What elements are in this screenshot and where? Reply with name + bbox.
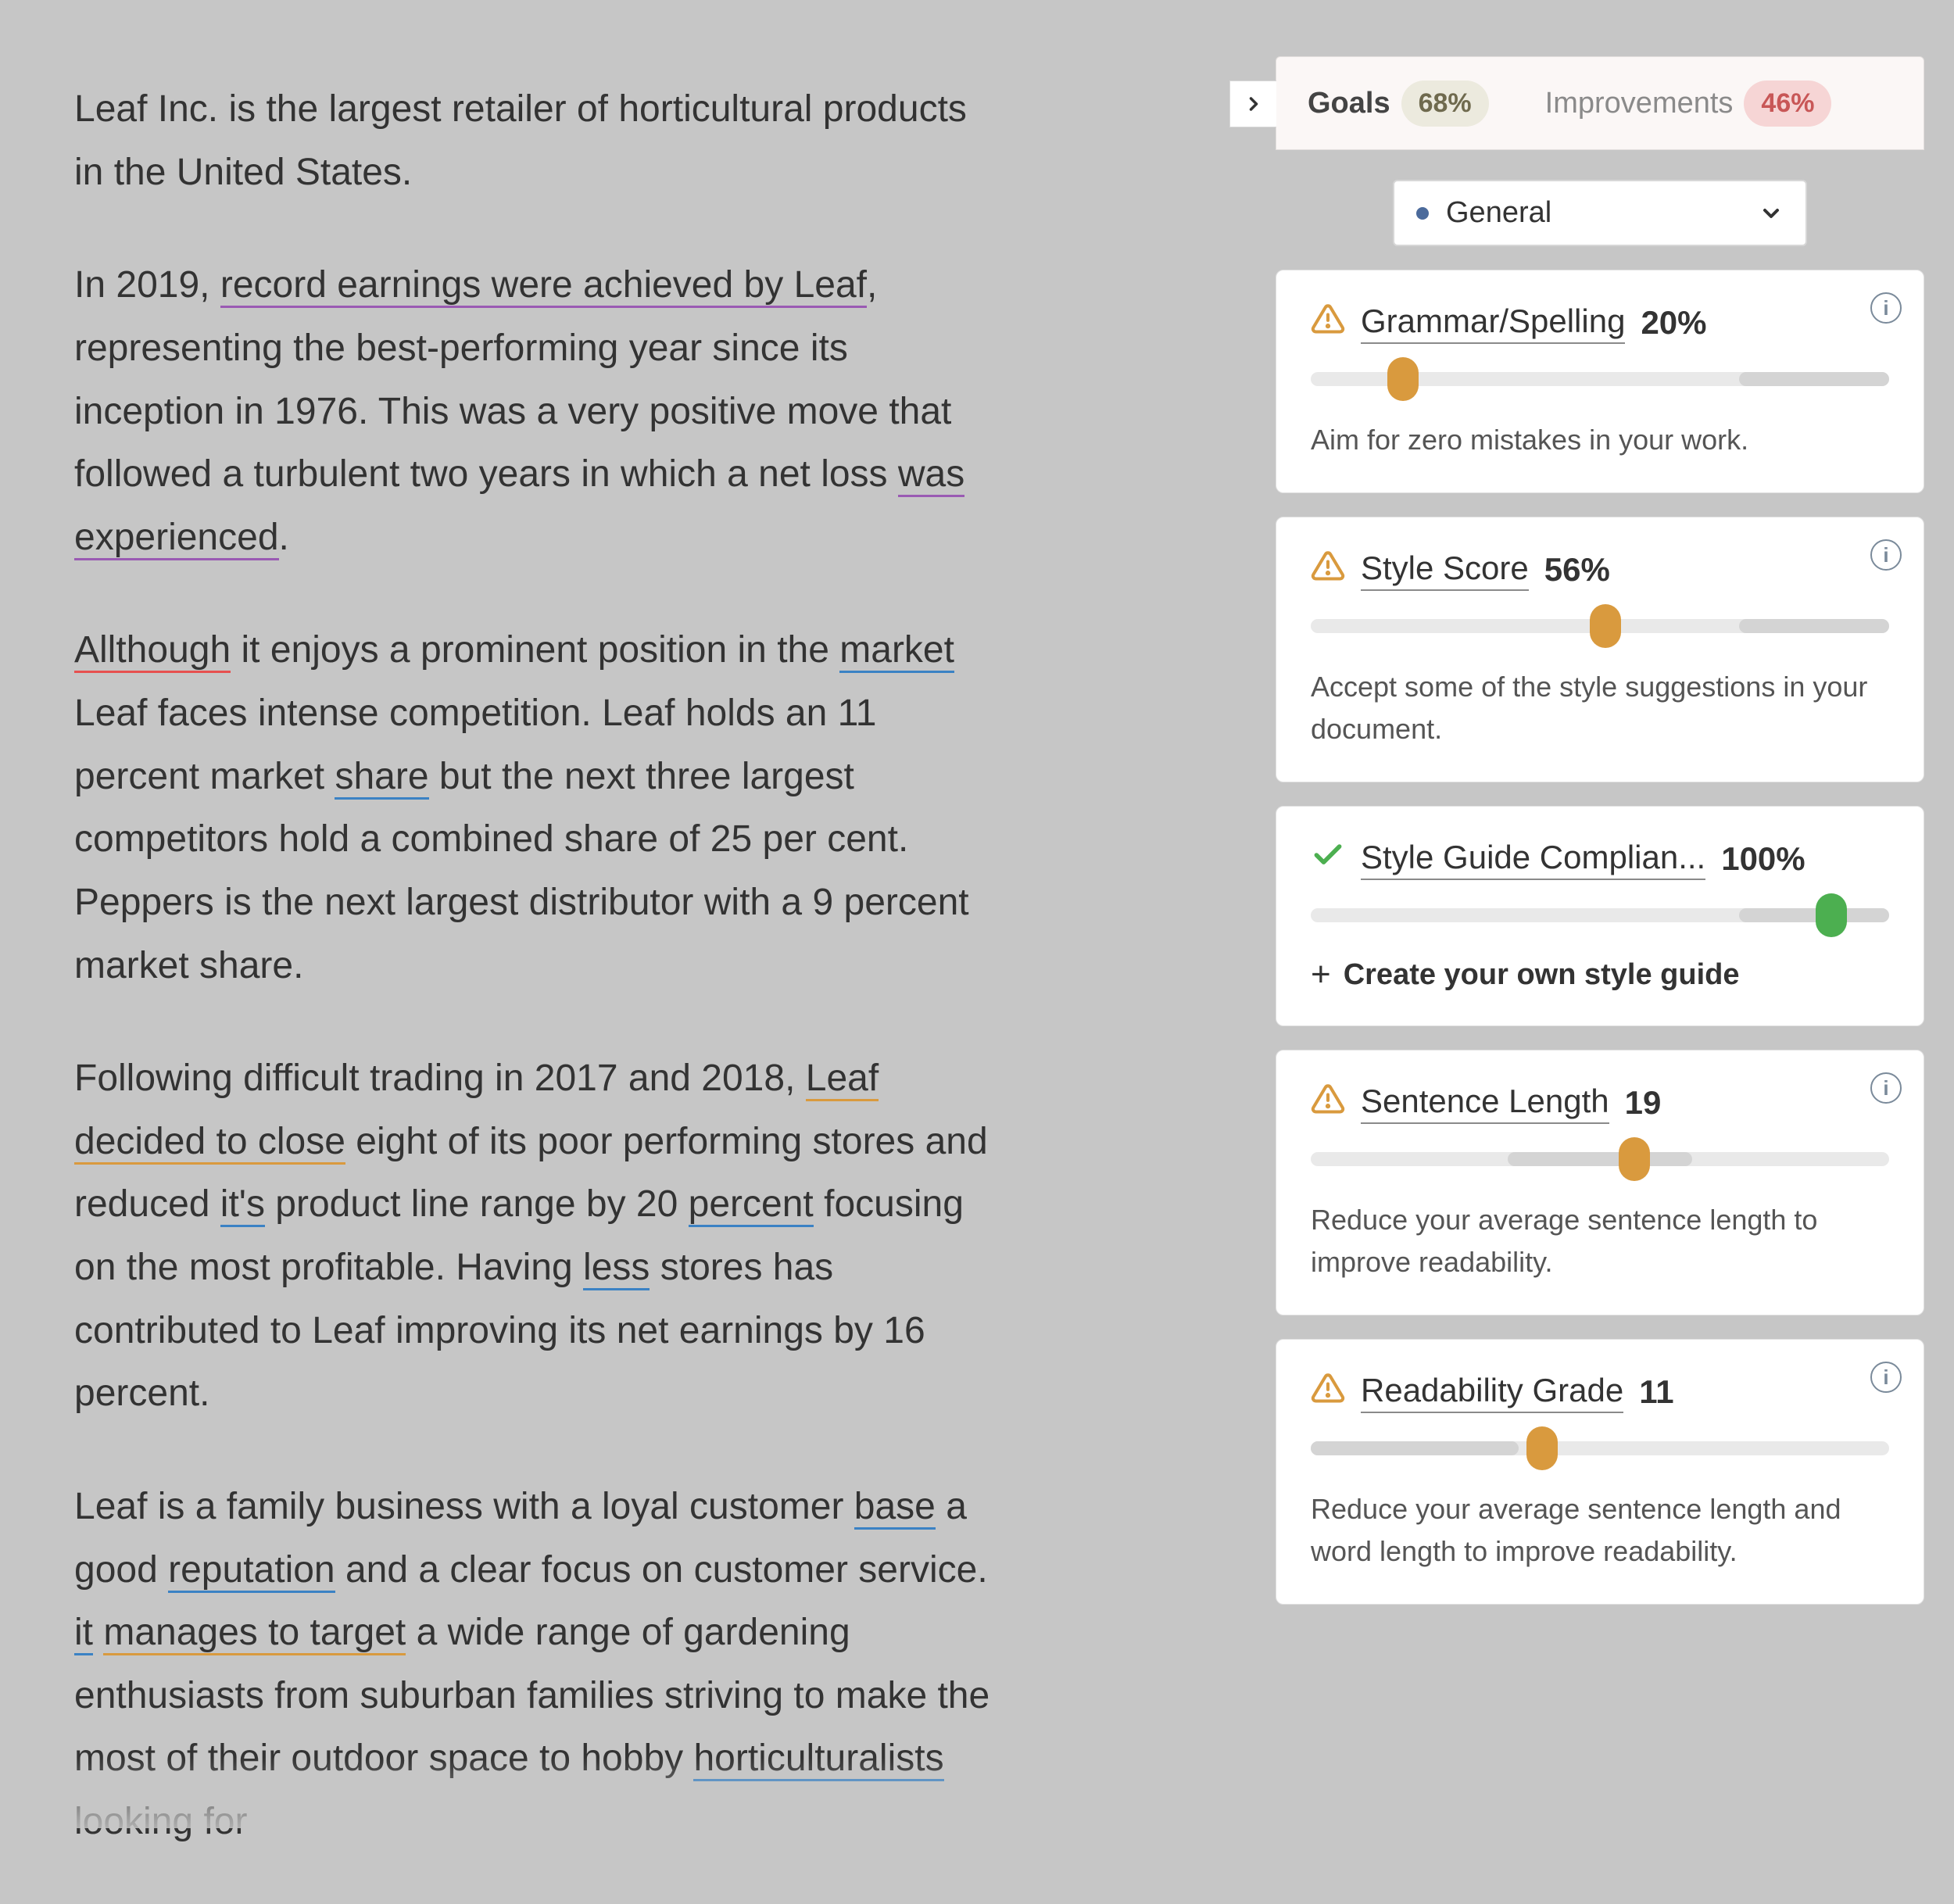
highlight-style[interactable]: Leaf decided to close xyxy=(74,1058,879,1165)
goal-card-styleguide: Style Guide Complian... 100% + Create your … xyxy=(1276,806,1924,1026)
highlight-grammar[interactable]: reputation xyxy=(168,1549,335,1593)
card-title[interactable]: Readability Grade xyxy=(1361,1372,1623,1413)
card-description: Reduce your average sentence length to i… xyxy=(1311,1199,1889,1283)
warning-icon xyxy=(1311,549,1345,591)
card-header: Style Guide Complian... 100% xyxy=(1311,838,1889,880)
panel-tabs: Goals 68% Improvements 46% xyxy=(1276,56,1924,150)
card-header: Style Score 56% xyxy=(1311,549,1889,591)
goal-slider[interactable] xyxy=(1311,614,1889,638)
goal-slider[interactable] xyxy=(1311,1147,1889,1171)
tab-badge: 68% xyxy=(1401,81,1489,127)
highlight-style[interactable]: manages to target xyxy=(103,1612,406,1655)
document-content[interactable]: Leaf Inc. is the largest retailer of hor… xyxy=(74,78,997,1904)
plus-icon: + xyxy=(1311,955,1331,994)
create-link-label: Create your own style guide xyxy=(1344,958,1740,992)
info-icon[interactable]: i xyxy=(1870,539,1902,571)
tab-improvements[interactable]: Improvements 46% xyxy=(1545,81,1832,127)
goals-panel: Goals 68% Improvements 46% General iGram… xyxy=(1276,56,1924,1628)
doc-paragraph: Leaf Inc. is the largest retailer of hor… xyxy=(74,78,997,204)
tab-label: Goals xyxy=(1308,87,1390,120)
slider-knob[interactable] xyxy=(1816,893,1847,937)
doc-paragraph: Allthough it enjoys a prominent position… xyxy=(74,619,997,997)
goal-slider[interactable] xyxy=(1311,904,1889,927)
doc-paragraph: In 2019, record earnings were achieved b… xyxy=(74,254,997,569)
card-value: 19 xyxy=(1625,1084,1662,1122)
card-value: 56% xyxy=(1544,551,1610,589)
card-description: Accept some of the style suggestions in … xyxy=(1311,666,1889,750)
goal-card-grammar: i Grammar/Spelling 20% Aim for zero mistake… xyxy=(1276,270,1924,493)
tab-badge: 46% xyxy=(1744,81,1831,127)
goal-slider[interactable] xyxy=(1311,367,1889,391)
card-title[interactable]: Style Guide Complian... xyxy=(1361,839,1705,880)
highlight-grammar[interactable]: less xyxy=(583,1247,650,1290)
collapse-button[interactable] xyxy=(1229,81,1276,127)
info-icon[interactable]: i xyxy=(1870,292,1902,324)
slider-knob[interactable] xyxy=(1590,604,1621,648)
card-title[interactable]: Style Score xyxy=(1361,549,1529,591)
highlight-grammar[interactable]: share xyxy=(335,756,428,800)
highlight-grammar[interactable]: base xyxy=(854,1486,936,1530)
highlight-passive[interactable]: was experienced xyxy=(74,453,964,560)
card-header: Grammar/Spelling 20% xyxy=(1311,302,1889,344)
check-icon xyxy=(1311,838,1345,880)
card-title[interactable]: Grammar/Spelling xyxy=(1361,302,1625,344)
card-description: Reduce your average sentence length and … xyxy=(1311,1488,1889,1573)
info-icon[interactable]: i xyxy=(1870,1072,1902,1104)
slider-knob[interactable] xyxy=(1387,357,1419,401)
goal-slider[interactable] xyxy=(1311,1437,1889,1460)
category-selector[interactable]: General xyxy=(1393,180,1807,246)
highlight-grammar[interactable]: horticulturalists xyxy=(693,1738,943,1781)
selector-label: General xyxy=(1446,196,1551,230)
warning-icon xyxy=(1311,1082,1345,1124)
card-value: 11 xyxy=(1639,1373,1673,1411)
doc-paragraph: Leaf is a family business with a loyal c… xyxy=(74,1476,997,1854)
slider-knob[interactable] xyxy=(1619,1137,1650,1181)
highlight-grammar[interactable]: it xyxy=(74,1612,93,1655)
slider-knob[interactable] xyxy=(1526,1426,1558,1470)
goal-card-readability: i Readability Grade 11 Reduce your average … xyxy=(1276,1339,1924,1605)
tab-label: Improvements xyxy=(1545,87,1734,120)
card-value: 20% xyxy=(1641,304,1706,342)
dot-icon xyxy=(1416,207,1429,220)
goal-card-sentence: i Sentence Length 19 Reduce your average se… xyxy=(1276,1050,1924,1315)
create-style-guide-link[interactable]: + Create your own style guide xyxy=(1311,955,1889,994)
card-description: Aim for zero mistakes in your work. xyxy=(1311,419,1889,461)
goal-card-style: i Style Score 56% Accept some of the style … xyxy=(1276,517,1924,782)
tab-goals[interactable]: Goals 68% xyxy=(1308,81,1489,127)
card-title[interactable]: Sentence Length xyxy=(1361,1083,1609,1124)
card-header: Sentence Length 19 xyxy=(1311,1082,1889,1124)
card-header: Readability Grade 11 xyxy=(1311,1371,1889,1413)
chevron-down-icon xyxy=(1759,201,1784,226)
highlight-spelling[interactable]: Allthough xyxy=(74,629,231,673)
highlight-grammar[interactable]: market xyxy=(839,629,954,673)
info-icon[interactable]: i xyxy=(1870,1362,1902,1393)
warning-icon xyxy=(1311,1371,1345,1413)
highlight-grammar[interactable]: it's xyxy=(220,1183,265,1227)
chevron-right-icon xyxy=(1243,93,1265,115)
card-value: 100% xyxy=(1721,840,1805,878)
highlight-grammar[interactable]: percent xyxy=(689,1183,814,1227)
warning-icon xyxy=(1311,302,1345,344)
doc-paragraph: Following difficult trading in 2017 and … xyxy=(74,1047,997,1426)
highlight-passive[interactable]: record earnings were achieved by Leaf xyxy=(220,264,867,308)
